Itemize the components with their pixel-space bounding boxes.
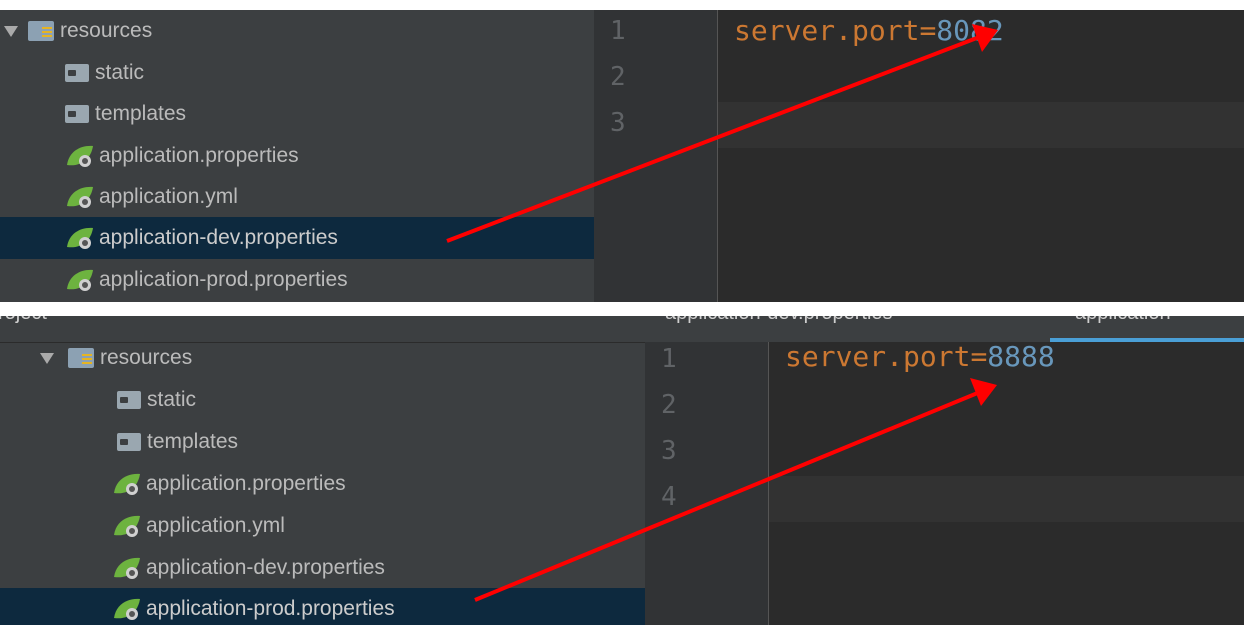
spring-leaf-icon — [114, 515, 140, 537]
project-tool-title-text: roject — [0, 316, 47, 325]
tree-item-application-yml[interactable]: application.yml — [0, 505, 645, 547]
tree-item-label: templates — [95, 102, 187, 125]
code-editor[interactable]: 1 2 3 server.port=8082 — [594, 10, 1244, 302]
property-value: 8888 — [987, 340, 1055, 373]
code-line[interactable]: server.port=8082 — [734, 14, 1004, 47]
tree-item-label: application.properties — [146, 472, 346, 495]
tab-label: application — [1075, 316, 1171, 325]
folder-icon — [117, 433, 141, 451]
spring-leaf-icon — [114, 598, 140, 620]
spring-leaf-icon — [67, 269, 93, 291]
tree-item-application-properties[interactable]: application.properties — [0, 463, 645, 505]
top-panel: resources static templates application.p… — [0, 10, 1244, 302]
line-number: 3 — [610, 108, 626, 138]
tree-item-application-dev-properties[interactable]: application-dev.properties — [0, 217, 594, 259]
tree-item-application-yml[interactable]: application.yml — [0, 176, 594, 218]
tab-label: application-dev.properties — [665, 316, 893, 325]
folder-icon — [117, 391, 141, 409]
line-number: 2 — [610, 62, 626, 92]
property-equals: = — [919, 14, 937, 47]
tree-item-label: application.yml — [146, 514, 285, 537]
tree-item-application-dev-properties[interactable]: application-dev.properties — [0, 547, 645, 589]
property-key: server.port — [785, 340, 971, 373]
tree-item-static[interactable]: static — [0, 379, 645, 421]
tree-item-label: application.yml — [99, 185, 238, 208]
line-number: 2 — [661, 390, 677, 420]
code-editor[interactable]: application-dev.properties application 1… — [645, 316, 1244, 625]
tree-item-label: application.properties — [99, 144, 299, 167]
tree-item-application-properties[interactable]: application.properties — [0, 135, 594, 177]
resources-folder-icon — [28, 21, 54, 41]
line-number-gutter: 1 2 3 4 — [645, 342, 769, 625]
tree-item-label: application-dev.properties — [99, 226, 338, 249]
tree-item-resources[interactable]: resources — [0, 10, 594, 52]
editor-tabs: application-dev.properties application — [645, 316, 1244, 343]
tab-application-dev-properties[interactable]: application-dev.properties — [665, 316, 1035, 342]
expand-triangle-icon[interactable] — [40, 352, 54, 364]
code-line[interactable]: server.port=8888 — [785, 340, 1055, 373]
tree-item-label: application-prod.properties — [99, 268, 348, 291]
spring-leaf-icon — [67, 186, 93, 208]
tree-item-label: application-prod.properties — [146, 597, 395, 620]
current-line-highlight — [718, 102, 1244, 148]
property-key: server.port — [734, 14, 920, 47]
tree-item-application-prod-properties[interactable]: application-prod.properties — [0, 259, 594, 301]
current-line-highlight — [769, 476, 1244, 522]
tree-item-label: static — [95, 61, 145, 84]
spring-leaf-icon — [114, 473, 140, 495]
line-number: 4 — [661, 482, 677, 512]
tree-item-label: static — [147, 388, 197, 411]
bottom-panel: roject resources static templates applic… — [0, 316, 1244, 625]
resources-folder-icon — [68, 348, 94, 368]
tree-item-label: templates — [147, 430, 239, 453]
property-value: 8082 — [936, 14, 1004, 47]
tree-item-static[interactable]: static — [0, 52, 594, 94]
line-number: 1 — [610, 16, 626, 46]
line-number: 1 — [661, 344, 677, 374]
tree-item-label: resources — [100, 346, 193, 369]
property-equals: = — [970, 340, 988, 373]
project-tree: roject resources static templates applic… — [0, 316, 645, 625]
active-tab-indicator — [1050, 338, 1244, 342]
spring-leaf-icon — [67, 145, 93, 167]
spring-leaf-icon — [114, 557, 140, 579]
expand-triangle-icon[interactable] — [4, 25, 18, 37]
folder-icon — [65, 105, 89, 123]
folder-icon — [65, 64, 89, 82]
tree-item-application-prod-properties[interactable]: application-prod.properties — [0, 588, 645, 625]
tree-item-templates[interactable]: templates — [0, 421, 645, 463]
tree-item-templates[interactable]: templates — [0, 93, 594, 135]
spring-leaf-icon — [67, 227, 93, 249]
line-number: 3 — [661, 436, 677, 466]
tree-item-label: application-dev.properties — [146, 556, 385, 579]
project-tree: resources static templates application.p… — [0, 10, 594, 302]
tree-item-resources[interactable]: resources — [0, 337, 645, 379]
tree-item-label: resources — [60, 19, 153, 42]
line-number-gutter: 1 2 3 — [594, 10, 718, 302]
